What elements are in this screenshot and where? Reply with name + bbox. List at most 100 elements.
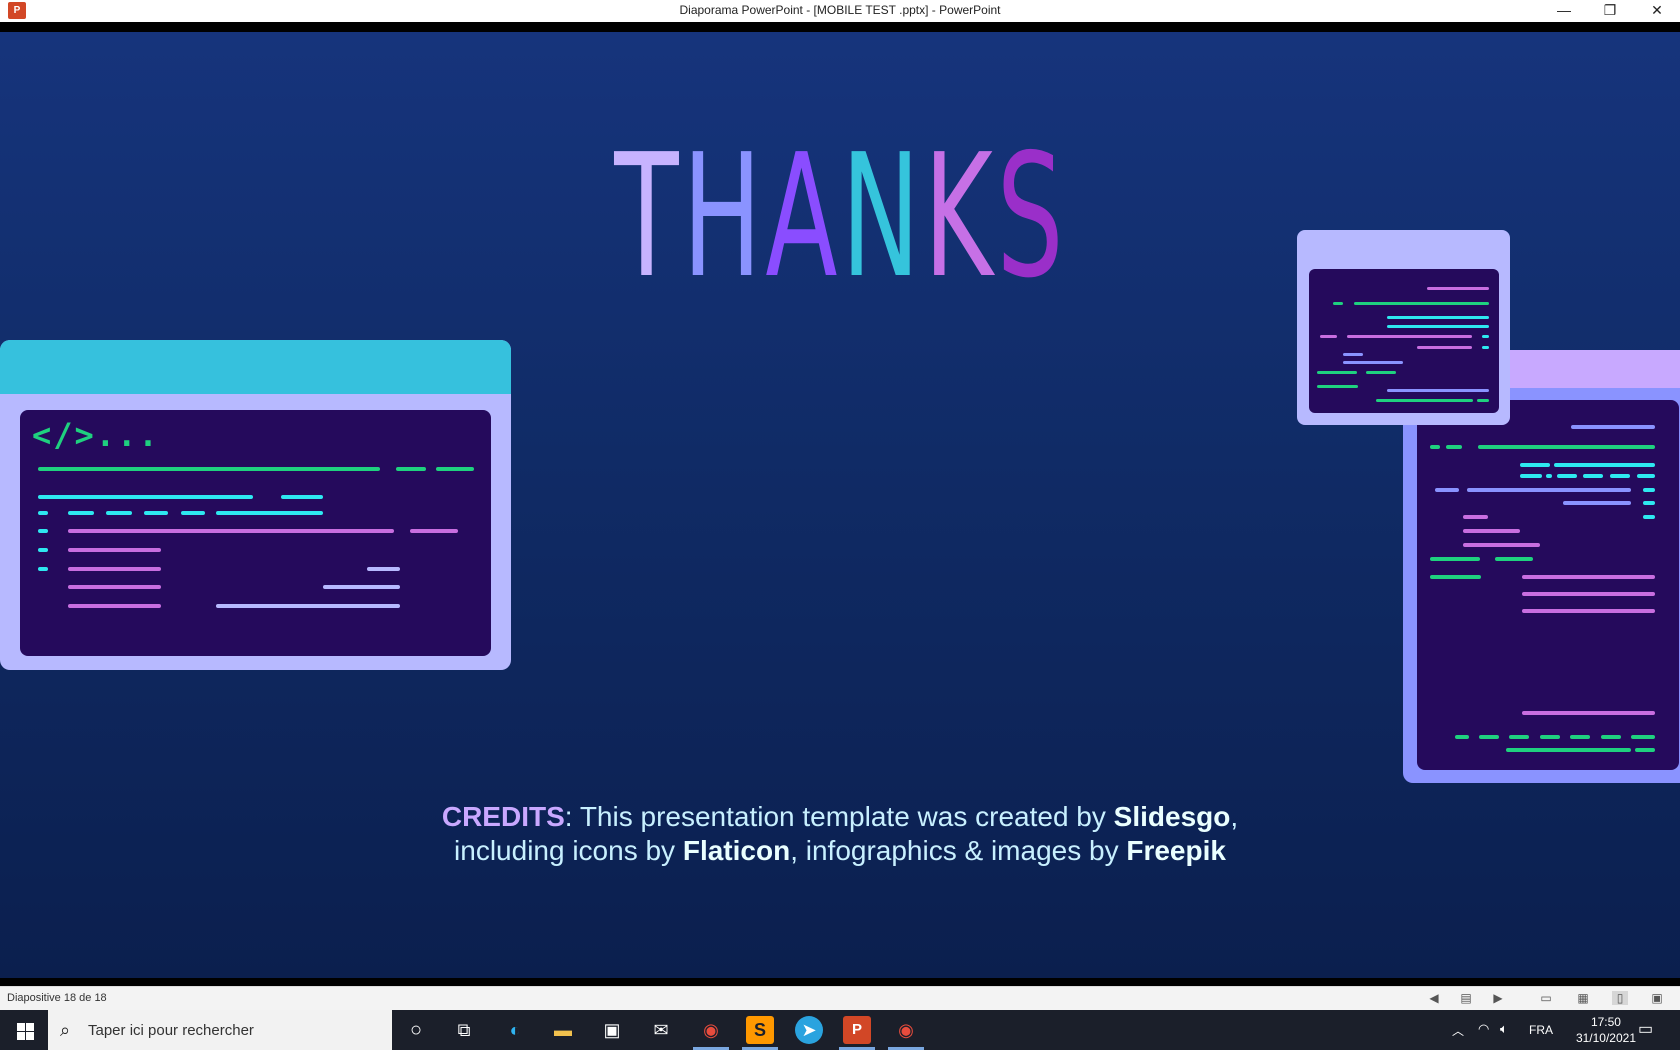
close-button[interactable]: ✕ bbox=[1634, 0, 1680, 22]
slideshow-view-icon[interactable]: ▣ bbox=[1649, 991, 1665, 1005]
code-line bbox=[1643, 488, 1655, 492]
code-line bbox=[68, 529, 394, 533]
title-letter: H bbox=[682, 118, 766, 316]
code-line bbox=[68, 585, 161, 589]
notifications-icon[interactable]: ▭ bbox=[1638, 1019, 1653, 1050]
code-line bbox=[410, 529, 458, 533]
code-line bbox=[1467, 488, 1631, 492]
microsoft-store-icon[interactable]: ▣ bbox=[598, 1016, 626, 1044]
code-line bbox=[68, 567, 161, 571]
network-icon[interactable]: ◠ bbox=[1478, 1021, 1489, 1050]
code-line bbox=[144, 511, 168, 515]
code-line bbox=[1635, 748, 1655, 752]
freepik-link[interactable]: Freepik bbox=[1126, 835, 1226, 866]
code-line bbox=[367, 567, 400, 571]
code-line bbox=[1643, 515, 1655, 519]
window-title: Diaporama PowerPoint - [MOBILE TEST .ppt… bbox=[679, 3, 1001, 17]
system-clock[interactable]: 17:50 31/10/2021 bbox=[1576, 1014, 1636, 1046]
flaticon-link[interactable]: Flaticon bbox=[683, 835, 790, 866]
title-letter: S bbox=[996, 118, 1068, 316]
code-line bbox=[1455, 735, 1469, 739]
code-line bbox=[1463, 529, 1520, 533]
previous-slide-icon[interactable]: ◀ bbox=[1426, 991, 1442, 1005]
credits-line-1: CREDITS: This presentation template was … bbox=[0, 800, 1680, 834]
credits-text-segment: , infographics & images by bbox=[790, 835, 1127, 866]
start-button[interactable] bbox=[0, 1010, 46, 1050]
file-explorer-icon[interactable]: ▬ bbox=[549, 1016, 577, 1044]
volume-icon[interactable]: 🔈︎ bbox=[1500, 1021, 1508, 1050]
code-line bbox=[38, 548, 48, 552]
code-line bbox=[1317, 371, 1357, 374]
code-line bbox=[1320, 335, 1337, 338]
code-line bbox=[1610, 474, 1630, 478]
telegram-icon[interactable]: ➤ bbox=[795, 1016, 823, 1044]
windows-logo-icon-part bbox=[26, 1023, 34, 1031]
chrome-icon[interactable]: ◉ bbox=[892, 1016, 920, 1044]
taskbar-search-box[interactable]: ⌕ Taper ici pour rechercher bbox=[48, 1010, 392, 1050]
code-line bbox=[1643, 501, 1655, 505]
title-letter: K bbox=[923, 118, 997, 316]
code-line bbox=[1343, 361, 1403, 364]
code-line bbox=[68, 604, 161, 608]
code-line bbox=[1631, 735, 1655, 739]
right-small-code-window-illustration bbox=[1297, 230, 1510, 425]
edge-browser-icon[interactable]: ◐ bbox=[501, 1016, 529, 1044]
code-line bbox=[1522, 575, 1655, 579]
normal-view-icon[interactable]: ▭ bbox=[1538, 991, 1554, 1005]
windows-logo-icon bbox=[17, 1023, 25, 1031]
search-icon: ⌕ bbox=[60, 1020, 71, 1040]
reading-view-icon[interactable]: ▯ bbox=[1612, 991, 1628, 1005]
clock-date: 31/10/2021 bbox=[1575, 1031, 1636, 1045]
powerpoint-icon[interactable]: P bbox=[843, 1016, 871, 1044]
slidesgo-link[interactable]: Slidesgo bbox=[1114, 801, 1231, 832]
cortana-icon[interactable]: ○ bbox=[402, 1016, 430, 1044]
restore-button[interactable]: ❐ bbox=[1587, 0, 1633, 22]
code-line bbox=[1482, 346, 1489, 349]
code-line bbox=[1446, 445, 1462, 449]
code-line bbox=[216, 604, 400, 608]
chrome-icon[interactable]: ◉ bbox=[697, 1016, 725, 1044]
code-line bbox=[38, 495, 253, 499]
code-line bbox=[1435, 488, 1459, 492]
code-line bbox=[396, 467, 426, 471]
minimize-button[interactable]: — bbox=[1541, 0, 1587, 22]
task-view-icon[interactable]: ⧉ bbox=[450, 1016, 478, 1044]
code-line bbox=[1482, 335, 1489, 338]
code-line bbox=[1540, 735, 1560, 739]
mail-icon[interactable]: ✉ bbox=[647, 1016, 675, 1044]
credits-line-2: including icons by Flaticon, infographic… bbox=[0, 834, 1680, 868]
credits-text: CREDITS: This presentation template was … bbox=[0, 800, 1680, 868]
code-line bbox=[1427, 287, 1489, 290]
slide-menu-icon[interactable]: ▤ bbox=[1458, 991, 1474, 1005]
code-line bbox=[1522, 711, 1655, 715]
next-slide-icon[interactable]: ▶ bbox=[1490, 991, 1506, 1005]
code-line bbox=[1546, 474, 1552, 478]
show-hidden-icons-chevron-icon[interactable]: ︿ bbox=[1452, 1022, 1464, 1050]
code-line bbox=[216, 511, 323, 515]
code-line bbox=[1354, 302, 1489, 305]
credits-text-segment: including icons by bbox=[454, 835, 683, 866]
code-line bbox=[1463, 543, 1540, 547]
clock-time: 17:50 bbox=[1590, 1015, 1621, 1029]
code-line bbox=[181, 511, 205, 515]
code-line bbox=[1509, 735, 1529, 739]
language-indicator[interactable]: FRA bbox=[1529, 1023, 1553, 1050]
slide-canvas[interactable]: THANKS </>... CREDITS: This presentation… bbox=[0, 32, 1680, 978]
slide-sorter-view-icon[interactable]: ▦ bbox=[1575, 991, 1591, 1005]
search-placeholder: Taper ici pour rechercher bbox=[88, 1022, 254, 1039]
code-line bbox=[1430, 557, 1480, 561]
title-letter: T bbox=[614, 118, 683, 316]
code-line bbox=[38, 467, 380, 471]
code-line bbox=[38, 529, 48, 533]
code-line bbox=[1347, 335, 1472, 338]
sublime-text-icon[interactable]: S bbox=[746, 1016, 774, 1044]
code-line bbox=[1601, 735, 1621, 739]
credits-text-segment: : This presentation template was created… bbox=[564, 801, 1114, 832]
windows-logo-icon-part bbox=[17, 1032, 25, 1040]
code-brackets-icon: </>... bbox=[32, 416, 160, 454]
code-line bbox=[1477, 399, 1489, 402]
credits-text-segment: , bbox=[1230, 801, 1239, 832]
title-letter: N bbox=[841, 118, 924, 316]
code-line bbox=[1506, 748, 1631, 752]
code-line bbox=[1637, 474, 1655, 478]
